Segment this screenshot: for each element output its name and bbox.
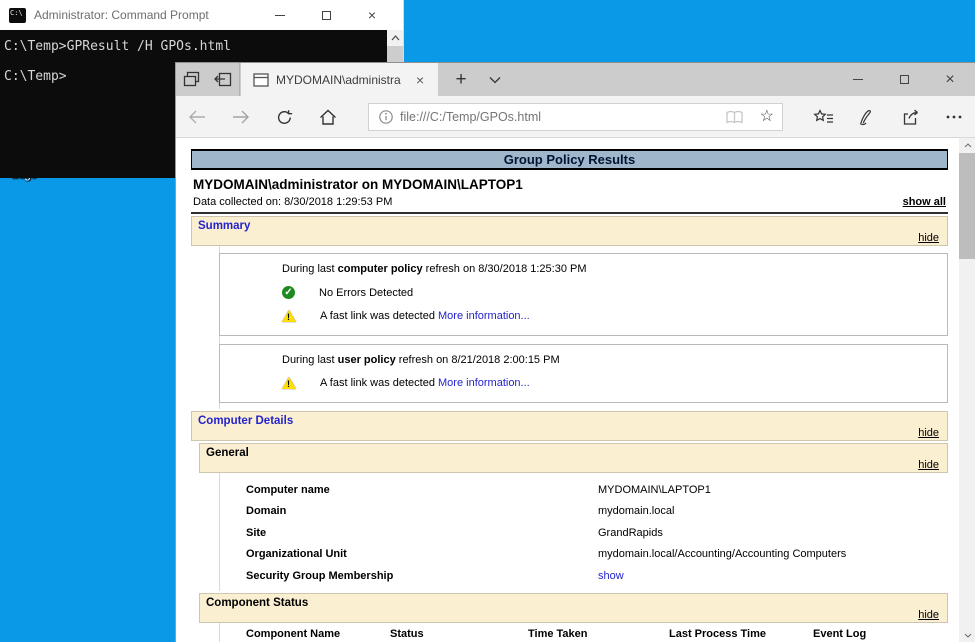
reading-view-icon[interactable] bbox=[725, 110, 744, 125]
page-icon bbox=[253, 73, 269, 87]
table-header-row: Component Name Status Time Taken Last Pr… bbox=[246, 628, 948, 642]
data-collected-text: Data collected on: 8/30/2018 1:29:53 PM bbox=[193, 196, 392, 208]
page-scrollbar[interactable] bbox=[959, 138, 975, 642]
row-label: Domain bbox=[246, 505, 598, 517]
cmd-title: Administrator: Command Prompt bbox=[34, 8, 209, 22]
row-label: Site bbox=[246, 527, 598, 539]
table-row: Security Group Membership show bbox=[219, 565, 948, 587]
hub-icon[interactable] bbox=[802, 96, 844, 138]
computer-details-hide-link[interactable]: hide bbox=[918, 427, 939, 439]
browser-tab[interactable]: MYDOMAIN\administra × bbox=[241, 63, 438, 96]
column-header: Time Taken bbox=[528, 628, 657, 642]
edge-tabbar: MYDOMAIN\administra × + × bbox=[176, 63, 975, 96]
fast-link-text: A fast link was detected More informatio… bbox=[320, 377, 530, 389]
computer-policy-box: During last computer policy refresh on 8… bbox=[219, 253, 948, 336]
security-group-show-link[interactable]: show bbox=[598, 570, 624, 582]
computer-policy-line: During last computer policy refresh on 8… bbox=[282, 263, 939, 275]
scroll-down-icon[interactable] bbox=[959, 628, 975, 642]
warning-icon bbox=[282, 377, 296, 389]
column-header: Last Process Time bbox=[669, 628, 801, 642]
component-status-hide-link[interactable]: hide bbox=[918, 609, 939, 621]
computer-details-band: Computer Details hide bbox=[191, 411, 948, 441]
component-status-band: Component Status hide bbox=[199, 593, 948, 623]
no-errors-text: No Errors Detected bbox=[319, 287, 413, 299]
general-title[interactable]: General bbox=[206, 447, 939, 459]
refresh-icon[interactable] bbox=[263, 96, 305, 138]
column-header: Component Name bbox=[246, 628, 378, 642]
cmd-minimize-icon[interactable] bbox=[257, 0, 303, 30]
success-icon: ✓ bbox=[282, 286, 295, 299]
summary-hide-link[interactable]: hide bbox=[918, 232, 939, 244]
edge-minimize-icon[interactable] bbox=[835, 63, 881, 96]
cmd-app-icon: C:\ bbox=[9, 8, 26, 23]
row-label: Security Group Membership bbox=[246, 570, 598, 582]
cmd-titlebar[interactable]: C:\ Administrator: Command Prompt × bbox=[0, 0, 403, 30]
component-status-table: Component Name Status Time Taken Last Pr… bbox=[246, 623, 948, 642]
edge-toolbar: file:///C:/Temp/GPOs.html ☆ bbox=[176, 96, 975, 138]
report-intro: MYDOMAIN\administrator on MYDOMAIN\LAPTO… bbox=[191, 170, 948, 214]
more-information-link[interactable]: More information... bbox=[438, 310, 530, 322]
fast-link-text: A fast link was detected More informatio… bbox=[320, 310, 530, 322]
summary-band: Summary hide bbox=[191, 216, 948, 246]
forward-icon[interactable] bbox=[220, 96, 262, 138]
component-status-title[interactable]: Component Status bbox=[206, 597, 939, 609]
general-band: General hide bbox=[199, 443, 948, 473]
row-value: MYDOMAIN\LAPTOP1 bbox=[598, 484, 711, 496]
row-label: Computer name bbox=[246, 484, 598, 496]
back-icon[interactable] bbox=[176, 96, 218, 138]
url-text[interactable]: file:///C:/Temp/GPOs.html bbox=[400, 110, 725, 124]
table-row: Domain mydomain.local bbox=[219, 501, 948, 523]
general-content: Computer name MYDOMAIN\LAPTOP1 Domain my… bbox=[191, 473, 948, 591]
set-tabs-aside-icon[interactable] bbox=[213, 72, 232, 87]
tab-dropdown-icon[interactable] bbox=[478, 63, 512, 96]
general-hide-link[interactable]: hide bbox=[918, 459, 939, 471]
summary-content: During last computer policy refresh on 8… bbox=[191, 246, 948, 409]
computer-details-title[interactable]: Computer Details bbox=[198, 415, 939, 427]
new-tab-button[interactable]: + bbox=[444, 63, 478, 96]
edge-close-icon[interactable]: × bbox=[927, 63, 973, 96]
column-header: Event Log bbox=[813, 628, 933, 642]
row-value: GrandRapids bbox=[598, 527, 663, 539]
tab-title: MYDOMAIN\administra bbox=[276, 73, 414, 87]
table-row: Organizational Unit mydomain.local/Accou… bbox=[219, 544, 948, 566]
cmd-maximize-icon[interactable] bbox=[303, 0, 349, 30]
table-row: Site GrandRapids bbox=[219, 522, 948, 544]
edge-browser-window: MYDOMAIN\administra × + × bbox=[175, 62, 975, 642]
page-scrollbar-thumb[interactable] bbox=[959, 153, 975, 259]
summary-title[interactable]: Summary bbox=[198, 220, 939, 232]
report-header-bar: Group Policy Results bbox=[191, 149, 948, 170]
cmd-scroll-up-icon[interactable] bbox=[387, 30, 403, 46]
row-value: mydomain.local bbox=[598, 505, 674, 517]
home-icon[interactable] bbox=[307, 96, 349, 138]
show-all-link[interactable]: show all bbox=[903, 196, 946, 208]
more-options-icon[interactable] bbox=[933, 96, 975, 138]
edge-maximize-icon[interactable] bbox=[881, 63, 927, 96]
more-information-link[interactable]: More information... bbox=[438, 377, 530, 389]
column-header: Status bbox=[390, 628, 516, 642]
row-label: Organizational Unit bbox=[246, 548, 598, 560]
indent-line bbox=[219, 623, 220, 642]
cmd-line-1: C:\Temp>GPResult /H GPOs.html bbox=[4, 39, 403, 54]
tabs-preview-icon[interactable] bbox=[183, 71, 200, 88]
cmd-close-icon[interactable]: × bbox=[349, 0, 395, 30]
gp-report: Group Policy Results MYDOMAIN\administra… bbox=[191, 149, 948, 642]
tab-close-icon[interactable]: × bbox=[416, 73, 424, 87]
user-policy-box: During last user policy refresh on 8/21/… bbox=[219, 344, 948, 403]
indent-line bbox=[219, 473, 220, 591]
row-value: mydomain.local/Accounting/Accounting Com… bbox=[598, 548, 846, 560]
table-row: Computer name MYDOMAIN\LAPTOP1 bbox=[219, 479, 948, 501]
scroll-up-icon[interactable] bbox=[959, 138, 975, 153]
page-content: Group Policy Results MYDOMAIN\administra… bbox=[176, 138, 975, 642]
share-icon[interactable] bbox=[890, 96, 932, 138]
info-icon[interactable] bbox=[379, 110, 393, 124]
annotate-pen-icon[interactable] bbox=[846, 96, 888, 138]
warning-icon bbox=[282, 310, 296, 322]
component-status-content: Component Name Status Time Taken Last Pr… bbox=[191, 623, 948, 642]
user-policy-line: During last user policy refresh on 8/21/… bbox=[282, 354, 939, 366]
report-title: Group Policy Results bbox=[504, 152, 635, 167]
add-favorite-star-icon[interactable]: ☆ bbox=[760, 109, 774, 125]
address-bar[interactable]: file:///C:/Temp/GPOs.html ☆ bbox=[368, 103, 783, 131]
report-heading: MYDOMAIN\administrator on MYDOMAIN\LAPTO… bbox=[193, 177, 946, 192]
